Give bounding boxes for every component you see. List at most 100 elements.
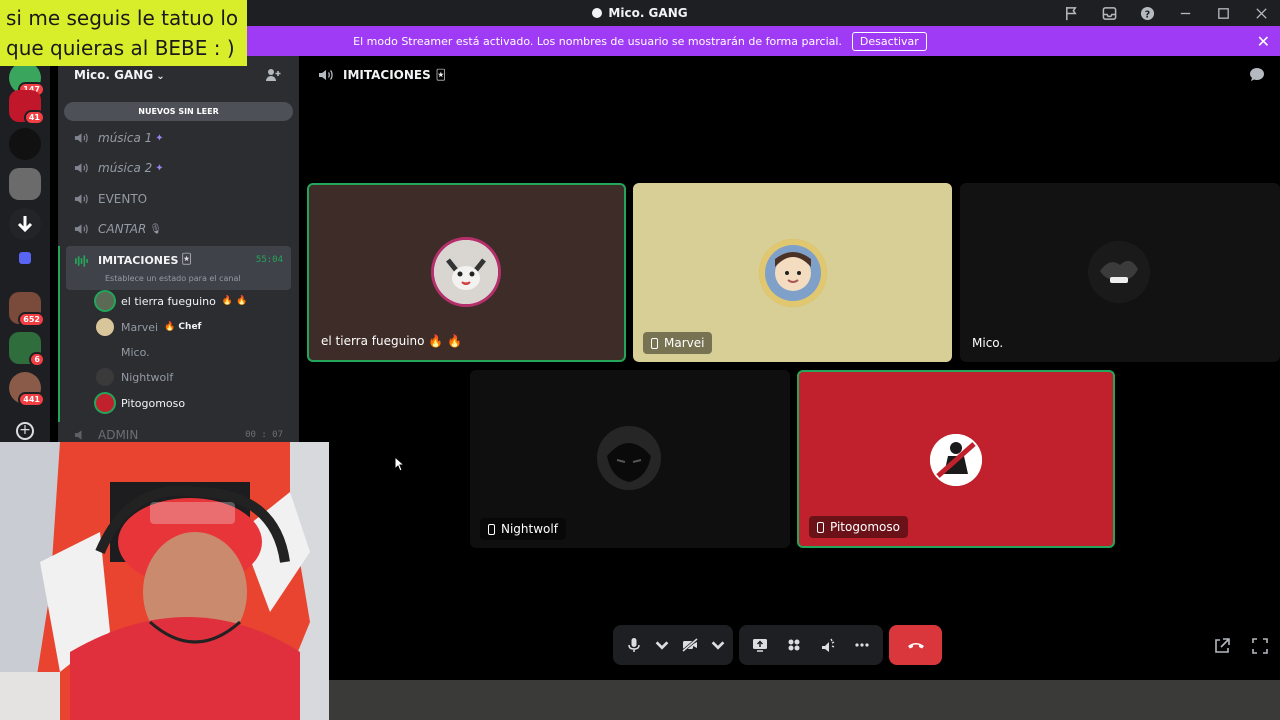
channel-emoji: ✦ [155,162,164,174]
fullscreen-icon[interactable] [1250,636,1270,656]
participant-tile[interactable]: Marvei [633,183,952,362]
add-server-icon[interactable]: + [16,422,34,440]
close-window-icon[interactable] [1242,0,1280,26]
svg-text:?: ? [1144,9,1149,20]
more-options-icon[interactable] [847,630,877,660]
streamer-webcam [0,442,329,720]
participant-name-label: Mico. [970,332,1011,354]
channel-emoji: 🎙 [149,223,163,235]
voice-user[interactable]: Marvei 🔥 Chef [96,316,201,338]
speaker-icon [319,70,333,80]
deactivate-button[interactable]: Desactivar [851,31,927,51]
participant-name: Marvei [664,336,705,350]
mobile-device-icon [488,523,495,535]
server-rail: 147 41 652 6 441 + [0,56,50,446]
folder-icon[interactable] [19,252,31,264]
avatar [96,368,114,386]
call-controls [613,625,942,665]
channel-name: ADMIN [98,428,139,442]
channel-emoji: ✦ [155,132,164,144]
voice-channel-imitaciones[interactable]: IMITACIONES 🃏 55:04 Establece un estado … [66,246,291,290]
chevron-down-icon[interactable] [709,630,727,660]
channel-name: música 1 [98,131,153,145]
maximize-icon[interactable] [1204,0,1242,26]
participant-name: Nightwolf [501,522,558,536]
voice-channel-cantar[interactable]: CANTAR 🎙 [66,215,291,243]
participant-name-label: Marvei [643,332,713,354]
mention-badge: 441 [18,392,45,407]
participant-tile[interactable]: Mico. [960,183,1280,362]
participant-tile[interactable]: Pitogomoso [797,370,1115,548]
voice-connected-icon [75,255,88,267]
server-icon-4[interactable] [9,168,41,200]
channel-emoji: 🃏 [435,69,447,81]
participant-name-label: Pitogomoso [809,516,908,538]
hang-up-icon [907,643,924,649]
set-channel-status[interactable]: Establece un estado para el canal [105,274,241,283]
download-icon[interactable] [9,208,41,240]
participant-tile[interactable]: Nightwolf [470,370,790,548]
voice-channel-admin[interactable]: ADMIN 00 : 07 [66,428,291,442]
participant-avatar [759,239,827,307]
server-icon [592,8,603,18]
discord-window: Mico. GANG ? El modo Streamer está activ… [0,0,1280,720]
channel-emoji: 🃏 [181,254,192,265]
speaker-icon [74,224,88,234]
server-icon-6[interactable]: 6 [9,332,45,367]
user-tag: 🔥 🔥 [221,296,248,306]
camera-off-icon[interactable] [675,630,705,660]
channel-name: IMITACIONES [98,254,179,267]
voice-channel-header: IMITACIONES 🃏 [318,64,446,86]
user-name: Mico. [121,345,150,359]
avatar [96,292,114,310]
voice-channel-title: IMITACIONES [343,68,431,82]
help-icon[interactable]: ? [1128,0,1166,26]
channel-name: CANTAR [98,222,147,236]
banner-close-icon[interactable]: ✕ [1257,32,1270,51]
participant-name-label: Nightwolf [480,518,566,540]
popout-icon[interactable] [1212,636,1232,656]
new-unreads-pill[interactable]: NUEVOS SIN LEER [64,102,293,121]
soundboard-icon[interactable] [813,630,843,660]
caption-line-2: que quieras al BEBE : ) [6,36,235,60]
voice-user[interactable]: Nightwolf [96,366,173,388]
call-timer: 55:04 [255,255,283,265]
microphone-icon[interactable] [619,630,649,660]
chat-bubble-icon[interactable] [1248,66,1266,84]
voice-channel-musica-2[interactable]: música 2 ✦ [66,154,291,182]
inbox-icon[interactable] [1090,0,1128,26]
participant-tile[interactable]: el tierra fueguino 🔥 🔥 [307,183,626,362]
webcam-image [0,442,329,720]
minimize-icon[interactable] [1166,0,1204,26]
server-icon-5[interactable]: 652 [9,292,45,327]
user-name: Pitogomoso [121,396,186,410]
mention-badge: 652 [18,312,45,327]
voice-channel-musica-1[interactable]: música 1 ✦ [66,124,291,152]
chevron-down-icon: ⌄ [156,71,165,82]
chevron-down-icon[interactable] [653,630,671,660]
participant-avatar [434,240,498,304]
flag-icon[interactable] [1052,0,1090,26]
server-icon-7[interactable]: 441 [9,372,45,407]
speaker-icon [74,430,82,440]
voice-channel-evento[interactable]: EVENTO [66,185,291,213]
activity-group [739,625,883,665]
activities-icon[interactable] [779,630,809,660]
mention-badge: 41 [23,110,45,125]
mobile-device-icon [651,337,658,349]
voice-user[interactable]: Pitogomoso [96,392,185,414]
voice-user[interactable]: Mico. [96,341,150,363]
server-icon-3[interactable] [9,128,41,160]
invite-people-icon[interactable] [265,67,281,83]
participant-name: Pitogomoso [830,520,900,534]
voice-user[interactable]: el tierra fueguino 🔥 🔥 [96,290,247,312]
caption-line-1: si me seguis le tatuo lo [6,6,239,30]
server-name-header[interactable]: Mico. GANG ⌄ [74,68,165,82]
screen-share-icon[interactable] [745,630,775,660]
channel-name: EVENTO [98,192,148,206]
mention-badge: 6 [29,352,45,367]
avatar [96,394,114,412]
speaker-icon [74,133,88,143]
disconnect-button[interactable] [889,625,942,665]
server-icon-2[interactable]: 41 [9,90,45,125]
